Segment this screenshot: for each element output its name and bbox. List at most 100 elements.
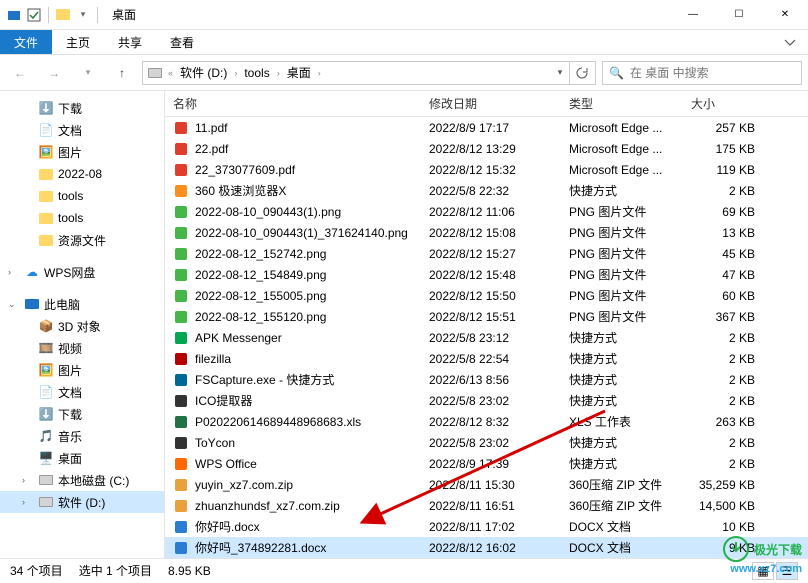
file-row[interactable]: FSCapture.exe - 快捷方式2022/6/13 8:56快捷方式2 … <box>165 369 808 390</box>
nav-recent-button[interactable]: ▾ <box>74 61 102 85</box>
file-size: 60 KB <box>683 289 763 303</box>
sidebar-item-wps[interactable]: ›☁WPS网盘 <box>0 261 164 283</box>
file-size: 119 KB <box>683 163 763 177</box>
sidebar-item-resources[interactable]: 资源文件 <box>0 229 164 251</box>
status-size: 8.95 KB <box>168 564 211 578</box>
file-type: DOCX 文档 <box>561 518 683 535</box>
tab-view[interactable]: 查看 <box>156 30 208 54</box>
file-size: 2 KB <box>683 331 763 345</box>
file-row[interactable]: 2022-08-12_155120.png2022/8/12 15:51PNG … <box>165 306 808 327</box>
file-row[interactable]: ToYcon2022/5/8 23:02快捷方式2 KB <box>165 432 808 453</box>
file-row[interactable]: APK Messenger2022/5/8 23:12快捷方式2 KB <box>165 327 808 348</box>
sidebar-item-tools[interactable]: tools <box>0 185 164 207</box>
breadcrumb-desktop[interactable]: 桌面 <box>283 62 315 84</box>
chevron-right-icon[interactable]: › <box>231 68 240 78</box>
breadcrumb-drive[interactable]: 软件 (D:) <box>176 62 231 84</box>
nav-back-button[interactable]: ← <box>6 61 34 85</box>
file-type-icon <box>173 246 189 262</box>
sidebar-item-3dobjects[interactable]: 📦3D 对象 <box>0 315 164 337</box>
file-name: FSCapture.exe - 快捷方式 <box>195 371 334 388</box>
column-size[interactable]: 大小 <box>683 95 763 112</box>
ribbon-expand-icon[interactable] <box>772 30 808 54</box>
file-type: 快捷方式 <box>561 329 683 346</box>
breadcrumb-tools[interactable]: tools <box>240 62 273 84</box>
tab-share[interactable]: 共享 <box>104 30 156 54</box>
file-row[interactable]: 2022-08-12_155005.png2022/8/12 15:50PNG … <box>165 285 808 306</box>
view-details-button[interactable]: ☰ <box>776 562 798 580</box>
file-date: 2022/5/8 23:02 <box>421 436 561 450</box>
sidebar-item-documents[interactable]: 📄文档 <box>0 119 164 141</box>
tab-home[interactable]: 主页 <box>52 30 104 54</box>
qat-properties-icon[interactable] <box>26 7 42 23</box>
sidebar-item-desktop[interactable]: 🖥️桌面 <box>0 447 164 469</box>
close-button[interactable]: ✕ <box>762 0 808 30</box>
chevron-right-icon[interactable]: › <box>274 68 283 78</box>
sidebar-item-disk-d[interactable]: ›软件 (D:) <box>0 491 164 513</box>
file-row[interactable]: 360 极速浏览器X2022/5/8 22:32快捷方式2 KB <box>165 180 808 201</box>
status-item-count: 34 个项目 <box>10 562 63 579</box>
maximize-button[interactable]: ☐ <box>716 0 762 30</box>
column-name[interactable]: 名称 <box>165 95 421 112</box>
file-date: 2022/8/12 15:27 <box>421 247 561 261</box>
file-size: 9 KB <box>683 541 763 555</box>
file-name: 2022-08-12_155120.png <box>195 310 326 324</box>
chevron-right-icon[interactable]: › <box>315 68 324 78</box>
nav-up-button[interactable]: ↑ <box>108 61 136 85</box>
file-row[interactable]: filezilla2022/5/8 22:54快捷方式2 KB <box>165 348 808 369</box>
sidebar-item-downloads[interactable]: ⬇️下载 <box>0 97 164 119</box>
sidebar-item-documents-2[interactable]: 📄文档 <box>0 381 164 403</box>
file-type-icon <box>173 477 189 493</box>
file-date: 2022/5/8 22:32 <box>421 184 561 198</box>
navigation-pane[interactable]: ⬇️下载 📄文档 🖼️图片 2022-08 tools tools 资源文件 ›… <box>0 91 165 558</box>
file-name: ToYcon <box>195 436 235 450</box>
file-row[interactable]: 2022-08-10_090443(1)_371624140.png2022/8… <box>165 222 808 243</box>
file-row[interactable]: 2022-08-12_152742.png2022/8/12 15:27PNG … <box>165 243 808 264</box>
file-row[interactable]: 11.pdf2022/8/9 17:17Microsoft Edge ...25… <box>165 117 808 138</box>
sidebar-item-thispc[interactable]: ⌄此电脑 <box>0 293 164 315</box>
nav-forward-button[interactable]: → <box>40 61 68 85</box>
search-input[interactable]: 🔍 在 桌面 中搜索 <box>602 61 802 85</box>
file-row[interactable]: zhuanzhundsf_xz7.com.zip2022/8/11 16:513… <box>165 495 808 516</box>
picture-icon: 🖼️ <box>38 362 54 378</box>
file-size: 2 KB <box>683 352 763 366</box>
qat-dropdown-icon[interactable]: ▾ <box>75 7 91 23</box>
ribbon-tabs: 文件 主页 共享 查看 <box>0 30 808 55</box>
sidebar-item-tools-2[interactable]: tools <box>0 207 164 229</box>
column-headers[interactable]: 名称 修改日期 类型 大小 <box>165 91 808 117</box>
sidebar-item-pictures-2[interactable]: 🖼️图片 <box>0 359 164 381</box>
sidebar-item-videos[interactable]: 🎞️视频 <box>0 337 164 359</box>
file-type-icon <box>173 288 189 304</box>
sidebar-item-music[interactable]: 🎵音乐 <box>0 425 164 447</box>
file-name: 你好吗_374892281.docx <box>195 539 326 556</box>
chevron-right-icon[interactable]: « <box>165 68 176 78</box>
file-name: zhuanzhundsf_xz7.com.zip <box>195 499 340 513</box>
column-type[interactable]: 类型 <box>561 95 683 112</box>
file-row[interactable]: 22.pdf2022/8/12 13:29Microsoft Edge ...1… <box>165 138 808 159</box>
sidebar-item-disk-c[interactable]: ›本地磁盘 (C:) <box>0 469 164 491</box>
tab-file[interactable]: 文件 <box>0 30 52 54</box>
file-date: 2022/8/12 15:08 <box>421 226 561 240</box>
file-row[interactable]: 你好吗_374892281.docx2022/8/12 16:02DOCX 文档… <box>165 537 808 558</box>
file-row[interactable]: 2022-08-10_090443(1).png2022/8/12 11:06P… <box>165 201 808 222</box>
sidebar-item-pictures[interactable]: 🖼️图片 <box>0 141 164 163</box>
file-row[interactable]: P020220614689448968683.xls2022/8/12 8:32… <box>165 411 808 432</box>
sidebar-item-downloads-2[interactable]: ⬇️下载 <box>0 403 164 425</box>
file-row[interactable]: WPS Office2022/8/9 17:39快捷方式2 KB <box>165 453 808 474</box>
file-row[interactable]: ICO提取器2022/5/8 23:02快捷方式2 KB <box>165 390 808 411</box>
file-row[interactable]: 你好吗.docx2022/8/11 17:02DOCX 文档10 KB <box>165 516 808 537</box>
minimize-button[interactable]: — <box>670 0 716 30</box>
file-date: 2022/8/12 16:02 <box>421 541 561 555</box>
file-name: APK Messenger <box>195 331 282 345</box>
file-row[interactable]: yuyin_xz7.com.zip2022/8/11 15:30360压缩 ZI… <box>165 474 808 495</box>
file-row[interactable]: 22_373077609.pdf2022/8/12 15:32Microsoft… <box>165 159 808 180</box>
sidebar-item-2022-08[interactable]: 2022-08 <box>0 163 164 185</box>
refresh-button[interactable] <box>569 61 593 85</box>
folder-icon <box>38 188 54 204</box>
address-history-dropdown[interactable]: ▾ <box>551 67 569 78</box>
file-row[interactable]: 2022-08-12_154849.png2022/8/12 15:48PNG … <box>165 264 808 285</box>
view-thumbnails-button[interactable]: ▦ <box>752 562 774 580</box>
address-bar[interactable]: « 软件 (D:) › tools › 桌面 › ▾ <box>142 61 596 85</box>
column-date[interactable]: 修改日期 <box>421 95 561 112</box>
file-name: 22_373077609.pdf <box>195 163 295 177</box>
file-size: 13 KB <box>683 226 763 240</box>
